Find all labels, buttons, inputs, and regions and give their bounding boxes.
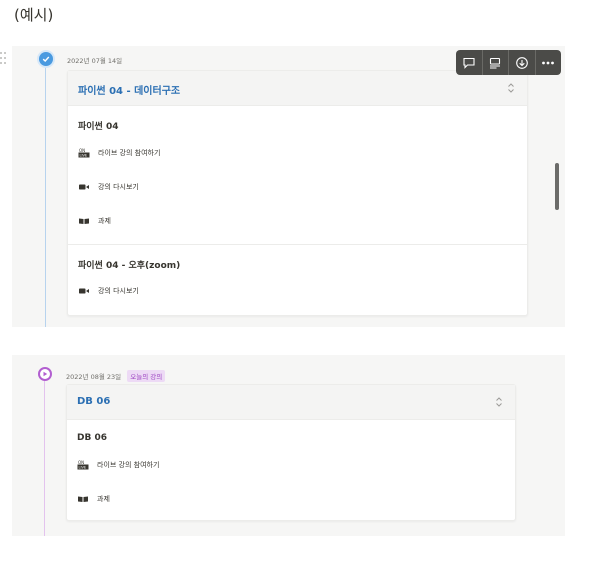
lesson-card-header[interactable]: DB 06 <box>67 385 515 420</box>
lesson-block: 2022년 07월 14일 파이썬 04 - 데이터구조 파이썬 04 ON L… <box>12 46 565 327</box>
lesson-date: 2022년 08월 23일 오늘의 강의 <box>66 370 166 382</box>
book-icon <box>79 218 89 224</box>
lesson-card: 파이썬 04 - 데이터구조 파이썬 04 ON LIVE 라이브 강의 참여하… <box>67 70 528 316</box>
block-toolbar <box>456 50 561 75</box>
svg-text:LIVE: LIVE <box>80 154 88 158</box>
list-item-live[interactable]: ON LIVE 라이브 강의 참여하기 <box>68 148 527 182</box>
video-icon <box>79 288 89 294</box>
list-item-label: 라이브 강의 참여하기 <box>97 461 160 469</box>
section-title: 파이썬 04 <box>78 122 119 132</box>
caption-icon <box>490 57 501 68</box>
list-item-live[interactable]: ON LIVE 라이브 강의 참여하기 <box>67 460 515 494</box>
today-badge: 오늘의 강의 <box>127 370 166 382</box>
comment-icon <box>463 57 475 69</box>
timeline-line <box>45 64 46 327</box>
list-item-label: 라이브 강의 참여하기 <box>98 149 161 157</box>
list-item-label: 과제 <box>97 495 110 503</box>
list-item-video[interactable]: 강의 다시보기 <box>68 182 527 216</box>
scrollbar[interactable] <box>555 163 559 210</box>
download-button[interactable] <box>509 50 536 75</box>
live-icon: ON LIVE <box>78 148 90 158</box>
check-circle-icon <box>39 52 53 66</box>
svg-text:LIVE: LIVE <box>79 466 87 470</box>
lesson-block: 2022년 08월 23일 오늘의 강의 DB 06 DB 06 ON LIVE… <box>12 355 565 536</box>
live-icon: ON LIVE <box>77 460 89 470</box>
timeline-line <box>44 380 45 536</box>
lesson-card: DB 06 DB 06 ON LIVE 라이브 강의 참여하기 과제 <box>66 384 516 521</box>
list-item-label: 과제 <box>98 217 111 225</box>
download-icon <box>515 56 528 69</box>
lesson-card-header[interactable]: 파이썬 04 - 데이터구조 <box>68 71 527 106</box>
book-icon <box>78 496 88 502</box>
page-heading: (예시) <box>14 6 54 24</box>
expand-collapse-icon[interactable] <box>507 81 515 95</box>
lesson-section: 파이썬 04 - 오후(zoom) 강의 다시보기 <box>68 245 527 315</box>
svg-text:ON: ON <box>78 460 84 465</box>
drag-handle-icon[interactable] <box>0 52 6 70</box>
list-item-video[interactable]: 강의 다시보기 <box>68 286 527 320</box>
comment-button[interactable] <box>456 50 483 75</box>
section-title: 파이썬 04 - 오후(zoom) <box>78 261 181 271</box>
lesson-section: 파이썬 04 ON LIVE 라이브 강의 참여하기 강의 다시보기 과제 <box>68 106 527 245</box>
section-title: DB 06 <box>77 433 107 443</box>
expand-collapse-icon[interactable] <box>495 395 503 409</box>
lesson-date: 2022년 07월 14일 <box>67 57 123 65</box>
lesson-title: 파이썬 04 - 데이터구조 <box>78 86 181 97</box>
caption-button[interactable] <box>483 50 509 75</box>
list-item-label: 강의 다시보기 <box>98 287 139 295</box>
lesson-date-text: 2022년 08월 23일 <box>66 373 122 381</box>
more-icon <box>542 61 555 64</box>
play-circle-icon <box>38 367 52 381</box>
lesson-title: DB 06 <box>77 396 111 407</box>
list-item-assignment[interactable]: 과제 <box>67 494 515 528</box>
more-button[interactable] <box>536 50 562 75</box>
svg-text:ON: ON <box>79 148 85 153</box>
video-icon <box>79 184 89 190</box>
lesson-section: DB 06 ON LIVE 라이브 강의 참여하기 과제 <box>67 420 515 520</box>
list-item-label: 강의 다시보기 <box>98 183 139 191</box>
